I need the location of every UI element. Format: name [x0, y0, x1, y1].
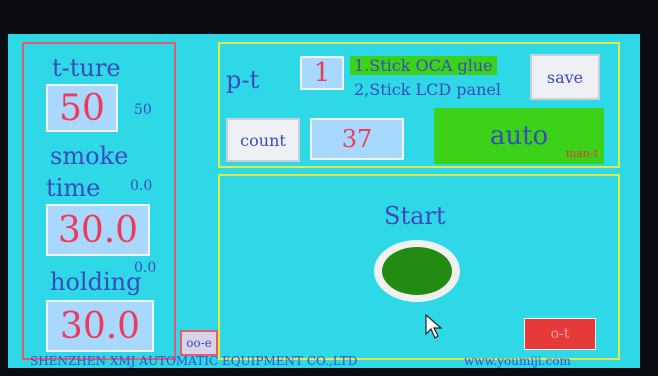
monitor-bezel-right: [640, 0, 658, 376]
footer-bar: SHENZHEN XMJ AUTOMATIC EQUIPMENT CO.,LTD…: [8, 354, 640, 368]
start-label: Start: [384, 202, 446, 230]
time-label: time: [46, 174, 101, 202]
option-stick-lcd-panel[interactable]: 2,Stick LCD panel: [350, 80, 505, 99]
auto-label: auto: [489, 121, 549, 151]
company-name: SHENZHEN XMJ AUTOMATIC EQUIPMENT CO.,LTD: [30, 354, 358, 368]
option-stick-oca-glue[interactable]: 1.Stick OCA glue: [350, 56, 497, 75]
temperature-field[interactable]: 50: [46, 84, 118, 132]
hmi-screen: t-ture 50 50 smoke time 0.0 30.0 0.0 hol…: [8, 34, 640, 368]
temperature-hint: 50: [134, 102, 152, 118]
smoke-label: smoke: [50, 142, 129, 170]
pt-label: p-t: [226, 66, 260, 94]
back-button[interactable]: oo-e: [180, 330, 218, 356]
auto-mode-button[interactable]: auto man-t: [434, 108, 604, 164]
monitor-bezel-top: [0, 0, 658, 34]
time-hint: 0.0: [130, 178, 153, 194]
mouse-pointer-icon: [425, 314, 443, 339]
start-circle-icon[interactable]: [374, 240, 460, 302]
holding-field[interactable]: 30.0: [46, 300, 154, 352]
ot-button[interactable]: o-t: [524, 318, 596, 350]
company-website: www.youmiji.com: [464, 354, 571, 368]
count-display: 37: [310, 118, 404, 160]
holding-label: holding: [50, 268, 142, 296]
temperature-label: t-ture: [52, 54, 121, 82]
time-field[interactable]: 30.0: [46, 204, 150, 256]
pt-field[interactable]: 1: [300, 56, 344, 90]
manual-sub-label: man-t: [565, 147, 598, 160]
save-button[interactable]: save: [530, 54, 600, 100]
count-button[interactable]: count: [226, 118, 300, 162]
monitor-bezel-bottom: [0, 368, 658, 376]
